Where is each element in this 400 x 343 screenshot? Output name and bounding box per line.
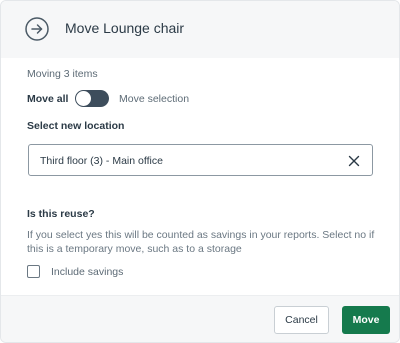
dialog-footer: Cancel Move (1, 295, 399, 342)
location-value: Third floor (3) - Main office (40, 155, 163, 167)
moving-count-text: Moving 3 items (27, 68, 98, 80)
cancel-button[interactable]: Cancel (274, 306, 329, 334)
reuse-title: Is this reuse? (27, 208, 95, 220)
arrow-right-circle-icon (25, 17, 49, 41)
reuse-description: If you select yes this will be counted a… (27, 229, 375, 255)
location-select-field[interactable]: Third floor (3) - Main office (28, 144, 373, 176)
toggle-knob (76, 91, 91, 106)
move-all-label: Move all (27, 93, 69, 105)
include-savings-checkbox[interactable] (27, 265, 40, 278)
move-dialog: Move Lounge chair Moving 3 items Move al… (0, 0, 400, 343)
move-mode-row: Move all Move selection (27, 90, 367, 108)
select-location-label: Select new location (27, 120, 125, 132)
move-button[interactable]: Move (342, 306, 390, 334)
dialog-title: Move Lounge chair (65, 20, 185, 36)
include-savings-label[interactable]: Include savings (51, 266, 123, 278)
move-mode-toggle[interactable] (75, 90, 109, 107)
dialog-header: Move Lounge chair (1, 1, 399, 59)
move-selection-label: Move selection (119, 93, 190, 105)
clear-location-icon[interactable] (348, 154, 360, 167)
